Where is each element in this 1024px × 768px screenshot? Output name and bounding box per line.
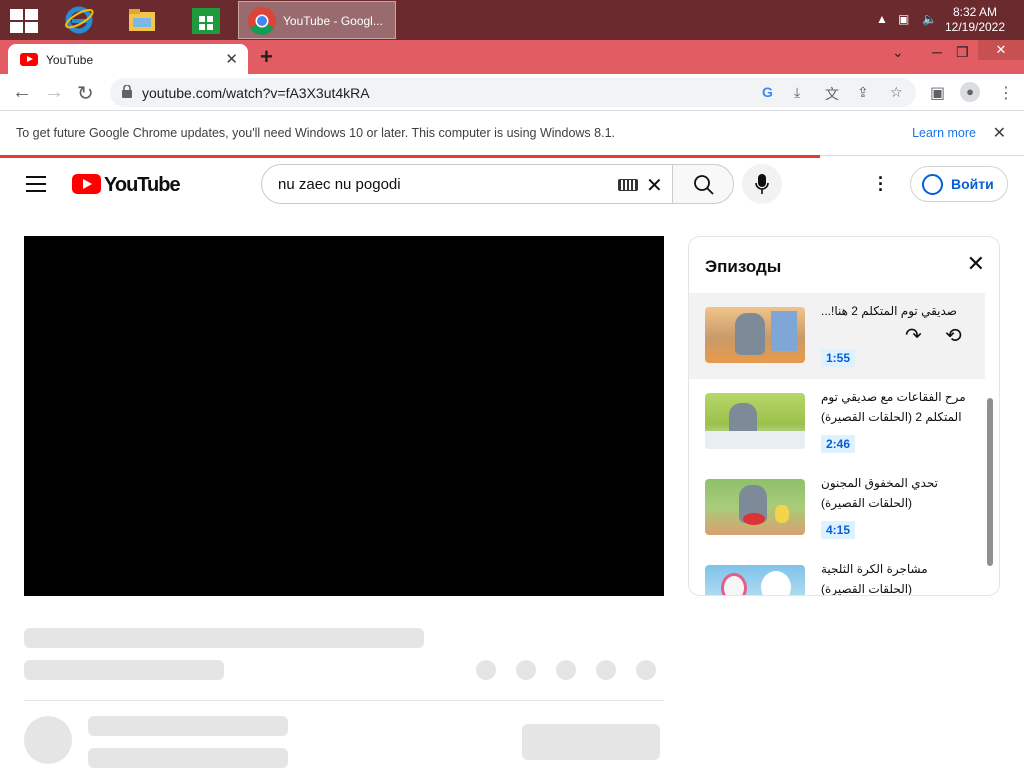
search-input[interactable]: nu zaec nu pogodi bbox=[278, 176, 401, 193]
action-skeleton bbox=[516, 660, 536, 680]
account-circle-icon bbox=[922, 174, 943, 195]
internet-explorer-icon[interactable] bbox=[63, 4, 95, 36]
search-icon bbox=[694, 175, 714, 195]
voice-search-button[interactable] bbox=[742, 164, 782, 204]
episodes-panel: Эпизоды ✕ صديقي توم المتكلم 2 هنا!... 1:… bbox=[688, 236, 1000, 596]
episode-item[interactable]: مشاجرة الكرة الثلجية (الحلقات القصيرة) bbox=[689, 551, 985, 596]
episode-duration: 2:46 bbox=[821, 435, 856, 453]
forward-arrow-icon[interactable]: → bbox=[44, 81, 64, 104]
episode-title: مرح الفقاعات مع صديقي توم المتكلم 2 (الح… bbox=[821, 390, 966, 424]
learn-more-link[interactable]: Learn more bbox=[912, 126, 976, 140]
translate-icon[interactable]: 文 bbox=[825, 84, 839, 104]
action-skeleton bbox=[596, 660, 616, 680]
share-arrow-icon[interactable]: ↷ bbox=[905, 323, 922, 348]
share-icon[interactable]: ⇪ bbox=[857, 84, 869, 101]
windows-store-icon[interactable] bbox=[190, 4, 222, 36]
infobar-message: To get future Google Chrome updates, you… bbox=[16, 126, 615, 140]
google-lens-icon[interactable]: G bbox=[762, 84, 773, 100]
clock-date: 12/19/2022 bbox=[944, 20, 1006, 34]
video-player[interactable] bbox=[24, 236, 664, 596]
episode-item[interactable]: مرح الفقاعات مع صديقي توم المتكلم 2 (الح… bbox=[689, 379, 985, 465]
youtube-play-logo-icon bbox=[72, 174, 101, 194]
search-button[interactable] bbox=[672, 164, 734, 204]
keyboard-icon[interactable] bbox=[618, 179, 638, 191]
subtitle-skeleton bbox=[24, 660, 224, 680]
episode-duration: 4:15 bbox=[821, 521, 856, 539]
episode-thumbnail bbox=[705, 479, 805, 535]
chrome-icon bbox=[248, 7, 276, 35]
youtube-masthead: YouTube nu zaec nu pogodi ✕ · · · Войти bbox=[0, 158, 1024, 214]
tab-title: YouTube bbox=[46, 53, 94, 67]
volume-icon[interactable]: 🔈 bbox=[922, 12, 937, 26]
profile-avatar-icon[interactable]: ● bbox=[960, 82, 980, 102]
content-divider bbox=[24, 700, 664, 701]
lock-icon bbox=[122, 85, 132, 98]
settings-kebab-icon[interactable]: · · · bbox=[878, 169, 884, 199]
chrome-menu-icon[interactable]: ⋮ bbox=[998, 83, 1014, 103]
reload-icon[interactable]: ↻ bbox=[77, 81, 94, 106]
infobar-close-icon[interactable]: ✕ bbox=[993, 123, 1006, 143]
subscribe-skeleton bbox=[522, 724, 660, 760]
episodes-title: Эпизоды bbox=[705, 257, 782, 276]
restore-button[interactable]: ❐ bbox=[956, 44, 969, 61]
action-skeleton bbox=[476, 660, 496, 680]
update-infobar: To get future Google Chrome updates, you… bbox=[0, 112, 1024, 156]
minimize-button[interactable]: ─ bbox=[932, 44, 942, 60]
channel-subs-skeleton bbox=[88, 748, 288, 768]
title-skeleton bbox=[24, 628, 424, 648]
chrome-taskbar-button[interactable]: YouTube - Googl... bbox=[238, 1, 396, 39]
network-icon[interactable]: ▣ bbox=[898, 12, 909, 26]
side-panel-icon[interactable]: ▣ bbox=[930, 83, 945, 103]
clear-search-icon[interactable]: ✕ bbox=[646, 173, 663, 198]
windows-taskbar: YouTube - Googl... ▲ ▣ 🔈 8:32 AM 12/19/2… bbox=[0, 0, 1024, 40]
youtube-logo-text: YouTube bbox=[104, 174, 181, 196]
action-skeleton bbox=[556, 660, 576, 680]
episode-title: تحدي المخفوق المجنون (الحلقات القصيرة) bbox=[821, 476, 939, 510]
url-text: youtube.com/watch?v=fA3X3ut4kRA bbox=[142, 85, 370, 101]
episode-thumbnail bbox=[705, 393, 805, 449]
channel-name-skeleton bbox=[88, 716, 288, 736]
back-arrow-icon[interactable]: ← bbox=[12, 81, 32, 104]
channel-avatar-skeleton bbox=[24, 716, 72, 764]
episode-title: صديقي توم المتكلم 2 هنا!... bbox=[821, 304, 957, 318]
system-clock[interactable]: 8:32 AM 12/19/2022 bbox=[940, 5, 1010, 35]
tab-youtube[interactable]: YouTube ✕ bbox=[8, 44, 248, 74]
file-explorer-icon[interactable] bbox=[126, 4, 158, 36]
episode-item[interactable]: تحدي المخفوق المجنون (الحلقات القصيرة) 4… bbox=[689, 465, 985, 551]
windows-start-icon[interactable] bbox=[10, 9, 38, 33]
new-tab-button[interactable]: + bbox=[260, 44, 273, 70]
close-tab-icon[interactable]: ✕ bbox=[225, 50, 238, 68]
chrome-taskbar-label: YouTube - Googl... bbox=[283, 14, 383, 28]
close-panel-icon[interactable]: ✕ bbox=[967, 251, 985, 277]
youtube-favicon-icon bbox=[20, 53, 38, 66]
address-bar[interactable]: youtube.com/watch?v=fA3X3ut4kRA G ⤓ 文 ⇪ … bbox=[110, 78, 916, 107]
search-box[interactable]: nu zaec nu pogodi ✕ bbox=[261, 164, 673, 204]
sign-in-label: Войти bbox=[951, 176, 994, 192]
tray-expand-icon[interactable]: ▲ bbox=[876, 12, 888, 26]
microphone-icon bbox=[755, 174, 769, 194]
clock-time: 8:32 AM bbox=[952, 5, 998, 19]
episode-thumbnail bbox=[705, 307, 805, 363]
episode-duration: 1:55 bbox=[821, 349, 856, 367]
episodes-scrollbar[interactable] bbox=[987, 398, 993, 566]
episode-item[interactable]: صديقي توم المتكلم 2 هنا!... 1:55 ↷ ⟲ bbox=[689, 293, 985, 379]
episode-thumbnail bbox=[705, 565, 805, 595]
install-app-icon[interactable]: ⤓ bbox=[794, 84, 800, 101]
window-close-button[interactable]: ✕ bbox=[978, 40, 1024, 60]
hamburger-menu-icon[interactable] bbox=[26, 176, 46, 192]
episode-title: مشاجرة الكرة الثلجية (الحلقات القصيرة) bbox=[821, 562, 928, 596]
chrome-tab-strip: YouTube ✕ bbox=[0, 40, 1024, 74]
sign-in-button[interactable]: Войти bbox=[910, 166, 1008, 202]
repeat-icon[interactable]: ⟲ bbox=[945, 323, 962, 348]
bookmark-star-icon[interactable]: ☆ bbox=[890, 84, 903, 101]
action-skeleton bbox=[636, 660, 656, 680]
tab-search-chevron-down-icon[interactable]: ⌄ bbox=[892, 44, 904, 61]
browser-toolbar: ← → ↻ youtube.com/watch?v=fA3X3ut4kRA G … bbox=[0, 74, 1024, 111]
